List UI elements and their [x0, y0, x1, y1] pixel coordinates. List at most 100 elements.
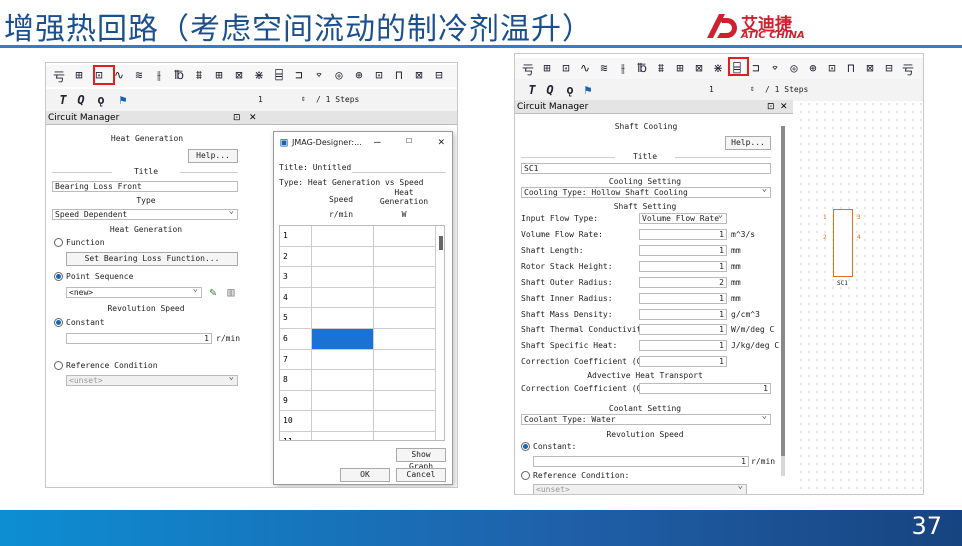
- close-icon[interactable]: ✕: [249, 111, 257, 125]
- param-input[interactable]: 1: [639, 292, 727, 304]
- table-cell[interactable]: [374, 390, 436, 412]
- table-cell[interactable]: [374, 432, 436, 440]
- show-graph-button[interactable]: Show Graph: [396, 448, 446, 471]
- table-cell[interactable]: [312, 329, 374, 350]
- param-input[interactable]: 1: [639, 324, 727, 336]
- toolbar-tool-icon[interactable]: ⌔: [312, 68, 326, 82]
- toolbar-tool-icon[interactable]: ≋: [132, 68, 146, 82]
- table-cell[interactable]: [374, 267, 436, 288]
- toolbar-tool-icon[interactable]: ⊠: [232, 68, 246, 82]
- toolbar-tool-icon[interactable]: ⊡: [559, 61, 573, 75]
- toolbar-tool-icon[interactable]: ⊠: [692, 61, 706, 75]
- toolbar-tool-icon[interactable]: ⋇: [711, 61, 725, 75]
- reference-radio[interactable]: [54, 361, 63, 370]
- toolbar-tool-icon[interactable]: 亏: [52, 68, 66, 85]
- adv-cf-input[interactable]: 1: [639, 383, 771, 394]
- cancel-button[interactable]: Cancel: [396, 468, 446, 482]
- toolbar-tool-icon[interactable]: ⊞: [212, 68, 226, 82]
- param-input[interactable]: 2: [639, 276, 727, 288]
- help-button[interactable]: Help...: [188, 149, 238, 163]
- table-cell[interactable]: [312, 349, 374, 371]
- toolbar-tool-icon[interactable]: ⊞: [540, 61, 554, 75]
- toolbar-tool-icon[interactable]: ℔: [172, 68, 186, 82]
- toolbar-tool-icon[interactable]: ⊞: [72, 68, 86, 82]
- toolbar-tool-icon[interactable]: ⊟: [432, 68, 446, 82]
- toolbar-tool-icon[interactable]: 亏: [901, 61, 915, 78]
- toolbar-tool-icon[interactable]: ⌸: [272, 68, 286, 82]
- type-select[interactable]: Speed Dependent: [52, 209, 238, 220]
- toolbar-icon-q[interactable]: Q: [543, 83, 557, 97]
- reference-radio[interactable]: [521, 471, 530, 480]
- toolbar-tool-icon[interactable]: ∿: [578, 61, 592, 75]
- table-cell[interactable]: [374, 411, 436, 432]
- constant-input[interactable]: 1: [66, 333, 212, 344]
- toolbar-tool-icon[interactable]: ⊠: [412, 68, 426, 82]
- param-input[interactable]: 1: [639, 340, 727, 352]
- reference-select[interactable]: <unset>: [66, 375, 238, 386]
- toolbar-icon-q[interactable]: Q: [74, 93, 88, 107]
- toolbar-tool-icon[interactable]: ∿: [112, 68, 126, 82]
- sequence-select[interactable]: <new>: [66, 287, 202, 298]
- table-cell[interactable]: [312, 390, 374, 412]
- table-cell[interactable]: [374, 329, 436, 350]
- param-input[interactable]: 1: [639, 308, 727, 320]
- constant-radio[interactable]: [54, 318, 63, 327]
- circuit-canvas[interactable]: [797, 100, 923, 494]
- toolbar-tool-icon[interactable]: ⊕: [352, 68, 366, 82]
- reference-select[interactable]: <unset>: [533, 484, 747, 494]
- panel-scrollbar[interactable]: [781, 126, 785, 476]
- table-scrollbar[interactable]: [439, 236, 443, 250]
- table-cell[interactable]: [312, 432, 374, 440]
- toolbar-tool-icon[interactable]: ⊐: [749, 61, 763, 75]
- table-cell[interactable]: [374, 349, 436, 371]
- toolbar-tool-icon[interactable]: ⊞: [673, 61, 687, 75]
- toolbar-tool-icon[interactable]: ⊕: [806, 61, 820, 75]
- constant-radio[interactable]: [521, 442, 530, 451]
- toolbar-icon-text[interactable]: T: [56, 93, 70, 107]
- table-cell[interactable]: [374, 308, 436, 329]
- table-cell[interactable]: [374, 370, 436, 391]
- toolbar-tool-icon[interactable]: ⩩: [654, 61, 668, 76]
- toolbar-icon-flag[interactable]: ⚑: [116, 93, 130, 107]
- param-input[interactable]: 1: [639, 356, 727, 368]
- param-input[interactable]: 1: [639, 229, 727, 240]
- toolbar-icon-text[interactable]: T: [525, 83, 539, 97]
- toolbar-icon-zoom[interactable]: ǫ: [563, 83, 577, 97]
- table-cell[interactable]: [374, 226, 436, 247]
- flow-type-select[interactable]: Volume Flow Rate: [639, 213, 727, 224]
- toolbar-tool-icon[interactable]: ⊡: [372, 68, 386, 82]
- table-cell[interactable]: [312, 246, 374, 268]
- dialog-close-icon[interactable]: ✕: [438, 135, 445, 148]
- table-cell[interactable]: [312, 370, 374, 391]
- table-cell[interactable]: [374, 246, 436, 268]
- function-radio[interactable]: [54, 238, 63, 247]
- step-spinner-icon[interactable]: ⇕: [750, 84, 755, 93]
- param-input[interactable]: 1: [639, 260, 727, 272]
- toolbar-tool-icon[interactable]: ⊡: [92, 68, 106, 82]
- toolbar-tool-icon[interactable]: ◎: [332, 68, 346, 82]
- toolbar-tool-icon[interactable]: ℔: [635, 61, 649, 75]
- constant-input[interactable]: 1: [533, 456, 749, 467]
- help-button[interactable]: Help...: [725, 136, 771, 150]
- toolbar-tool-icon[interactable]: ⊐: [292, 68, 306, 82]
- table-icon[interactable]: ▥: [224, 285, 238, 299]
- toolbar-tool-icon[interactable]: ⋇: [252, 68, 266, 82]
- toolbar-icon-flag[interactable]: ⚑: [581, 83, 595, 97]
- toolbar-tool-icon[interactable]: ⌸: [730, 61, 744, 75]
- set-bearing-loss-button[interactable]: Set Bearing Loss Function...: [66, 252, 238, 266]
- toolbar-icon-zoom[interactable]: ǫ: [94, 93, 108, 107]
- maximize-icon[interactable]: ☐: [406, 135, 412, 146]
- toolbar-tool-icon[interactable]: 亏: [521, 61, 535, 78]
- table-cell[interactable]: [374, 287, 436, 309]
- toolbar-tool-icon[interactable]: ⩩: [192, 68, 206, 83]
- table-cell[interactable]: [312, 287, 374, 309]
- toolbar-tool-icon[interactable]: ◎: [787, 61, 801, 75]
- step-spinner-icon[interactable]: ⇕: [301, 94, 306, 103]
- ok-button[interactable]: OK: [340, 468, 390, 482]
- minimize-icon[interactable]: –: [374, 135, 381, 148]
- cooling-type-select[interactable]: Cooling Type: Hollow Shaft Cooling: [521, 187, 771, 198]
- toolbar-tool-icon[interactable]: ⊠: [863, 61, 877, 75]
- pin-icon[interactable]: ⊡: [767, 100, 775, 114]
- table-cell[interactable]: [312, 411, 374, 432]
- param-input[interactable]: 1: [639, 244, 727, 256]
